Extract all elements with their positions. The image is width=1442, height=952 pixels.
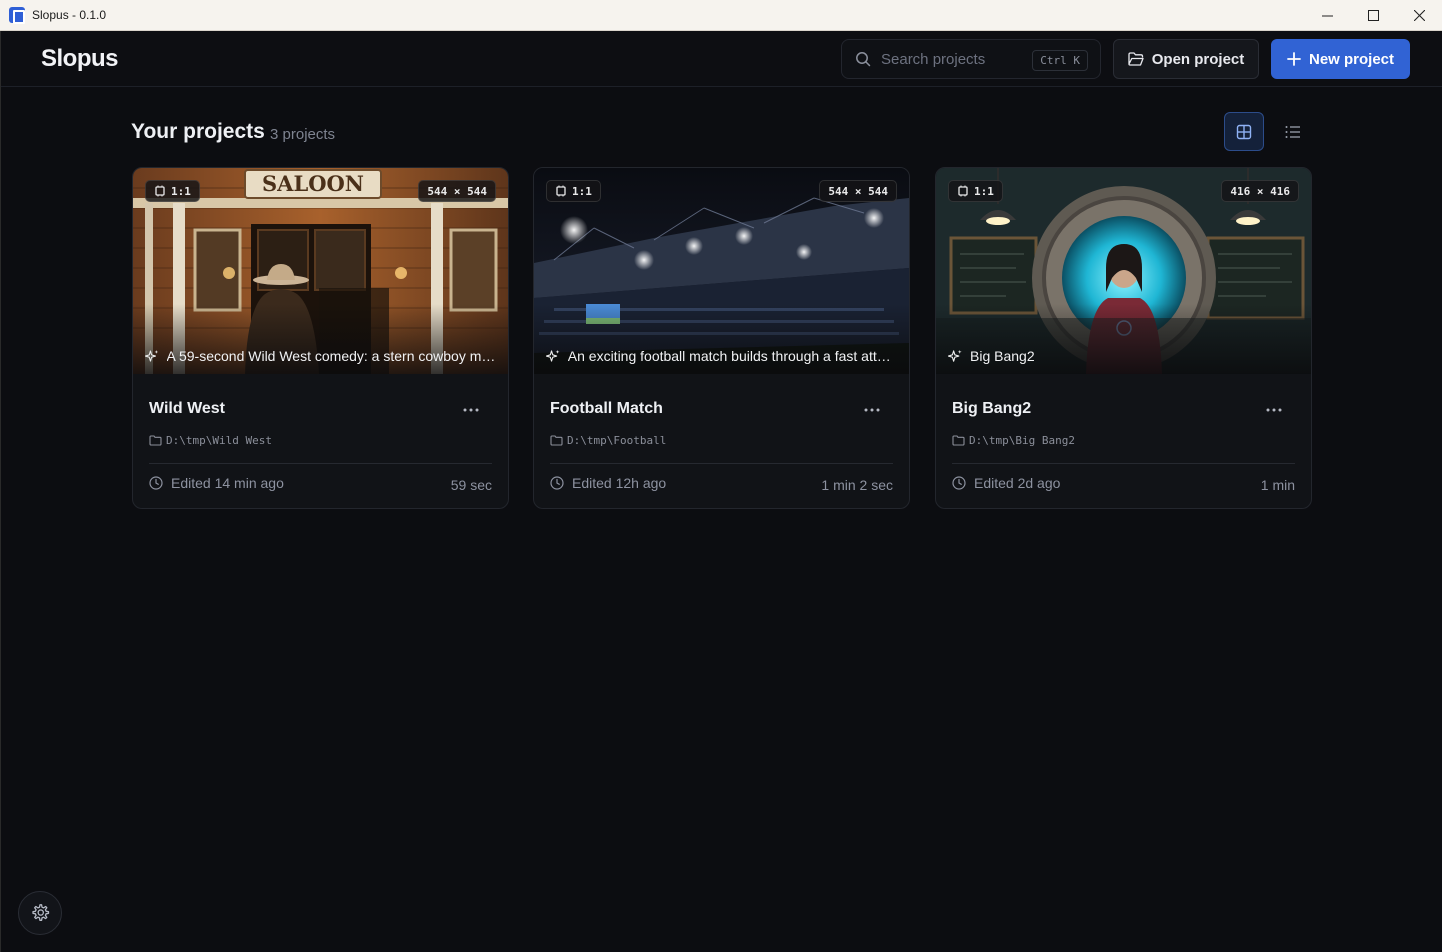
- window-controls: [1304, 0, 1442, 31]
- project-prompt: Big Bang2: [948, 346, 1300, 366]
- search-placeholder: Search projects: [881, 50, 986, 68]
- frame-icon: [958, 185, 968, 197]
- project-count: 3 projects: [270, 126, 336, 143]
- plus-icon: [1287, 52, 1301, 66]
- more-options-icon: [1266, 408, 1282, 412]
- search-icon: [856, 52, 871, 67]
- project-edited-time: Edited 2d ago: [952, 475, 1060, 491]
- list-view-toggle[interactable]: [1273, 112, 1313, 151]
- sparkle-icon: [948, 349, 962, 362]
- window-title: Slopus - 0.1.0: [32, 8, 107, 22]
- more-options-icon: [864, 408, 880, 412]
- clock-icon: [952, 476, 966, 490]
- project-prompt: A 59-second Wild West comedy: a stern co…: [145, 346, 497, 366]
- minimize-button[interactable]: [1304, 0, 1350, 31]
- project-thumbnail[interactable]: SALOON 1:1 544 × 544 A 59-second Wild We…: [133, 168, 508, 374]
- settings-button[interactable]: [18, 891, 62, 935]
- project-duration: 1 min: [1260, 477, 1295, 493]
- list-icon: [1285, 125, 1300, 138]
- folder-icon: [952, 435, 965, 446]
- resolution-badge: 416 × 416: [1221, 180, 1299, 202]
- project-path: D:\tmp\Big Bang2: [952, 434, 1075, 447]
- search-shortcut-hint: Ctrl K: [1032, 50, 1088, 71]
- project-thumbnail[interactable]: 1:1 544 × 544 An exciting football match…: [534, 168, 909, 374]
- project-prompt: An exciting football match builds throug…: [546, 346, 898, 366]
- project-name[interactable]: Wild West: [149, 400, 225, 418]
- more-options-icon: [463, 408, 479, 412]
- project-card-football-match[interactable]: 1:1 544 × 544 An exciting football match…: [533, 167, 910, 509]
- project-thumbnail[interactable]: 1:1 416 × 416 Big Bang2: [936, 168, 1311, 374]
- maximize-icon: [1367, 10, 1379, 21]
- folder-open-icon: [1128, 52, 1144, 66]
- resolution-badge: 544 × 544: [418, 180, 496, 202]
- project-card-wild-west[interactable]: SALOON 1:1 544 × 544 A 59-second Wild We…: [132, 167, 509, 509]
- clock-icon: [550, 476, 564, 490]
- frame-icon: [155, 185, 165, 197]
- brand-logo[interactable]: Slopus: [41, 45, 119, 73]
- app-header: Slopus Search projects Ctrl K Open proje…: [1, 31, 1442, 87]
- project-name[interactable]: Football Match: [550, 400, 663, 418]
- window-titlebar: Slopus - 0.1.0: [0, 0, 1442, 31]
- saloon-sign: SALOON: [262, 171, 364, 196]
- project-edited-time: Edited 14 min ago: [149, 475, 284, 491]
- project-path: D:\tmp\Football: [550, 434, 666, 447]
- app-logo-icon: [9, 7, 25, 24]
- open-project-label: Open project: [1151, 50, 1245, 68]
- grid-view-toggle[interactable]: [1224, 112, 1264, 151]
- project-menu-button[interactable]: [456, 401, 486, 419]
- sparkle-icon: [546, 349, 560, 362]
- project-path: D:\tmp\Wild West: [149, 434, 272, 447]
- folder-icon: [550, 435, 563, 446]
- page-title: Your projects: [131, 120, 265, 143]
- clock-icon: [149, 476, 163, 490]
- close-button[interactable]: [1396, 0, 1442, 31]
- aspect-ratio-badge: 1:1: [546, 180, 601, 202]
- resolution-badge: 544 × 544: [819, 180, 897, 202]
- search-input[interactable]: Search projects Ctrl K: [841, 39, 1101, 79]
- open-project-button[interactable]: Open project: [1113, 39, 1259, 79]
- close-icon: [1413, 10, 1425, 21]
- gear-icon: [32, 904, 50, 921]
- aspect-ratio-badge: 1:1: [145, 180, 200, 202]
- project-menu-button[interactable]: [1259, 401, 1289, 419]
- aspect-ratio-badge: 1:1: [948, 180, 1003, 202]
- project-card-big-bang2[interactable]: 1:1 416 × 416 Big Bang2 Big Bang2 D:\tmp…: [935, 167, 1312, 509]
- new-project-button[interactable]: New project: [1271, 39, 1410, 79]
- project-duration: 59 sec: [450, 477, 492, 493]
- maximize-button[interactable]: [1350, 0, 1396, 31]
- app-main: Slopus Search projects Ctrl K Open proje…: [0, 31, 1442, 952]
- project-name[interactable]: Big Bang2: [952, 400, 1031, 418]
- frame-icon: [556, 185, 566, 197]
- project-menu-button[interactable]: [857, 401, 887, 419]
- new-project-label: New project: [1308, 50, 1395, 68]
- grid-icon: [1236, 124, 1252, 139]
- sparkle-icon: [145, 349, 159, 362]
- minimize-icon: [1321, 15, 1333, 17]
- project-edited-time: Edited 12h ago: [550, 475, 666, 491]
- folder-icon: [149, 435, 162, 446]
- project-duration: 1 min 2 sec: [821, 477, 893, 493]
